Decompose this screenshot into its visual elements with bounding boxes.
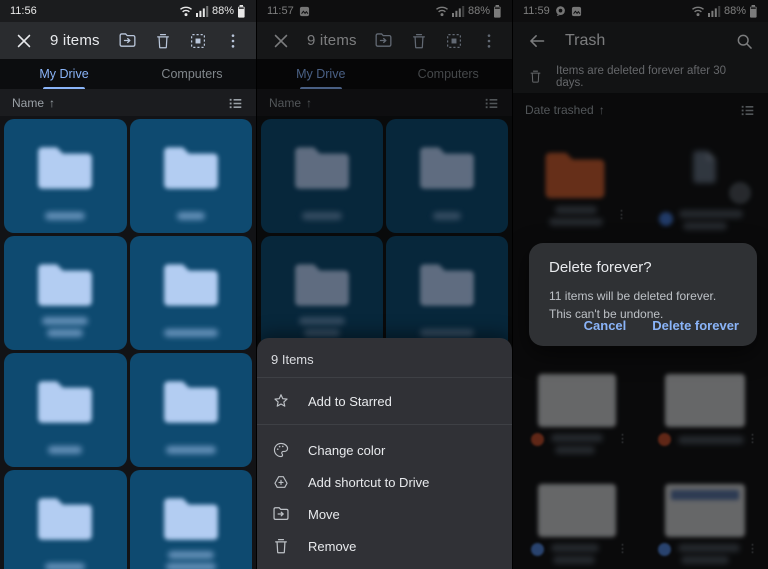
folder-icon <box>163 264 218 306</box>
folder-icon <box>38 498 93 540</box>
selection-count-title: 9 items <box>50 32 100 49</box>
battery-icon <box>237 4 246 18</box>
overflow-menu-icon[interactable] <box>224 32 242 50</box>
panel-drive-context-menu: 11:57 88% 9 items My Drive Computers Nam… <box>256 0 512 569</box>
battery-percent: 88% <box>211 5 234 17</box>
trash-icon <box>272 537 290 555</box>
folder-grid <box>0 116 256 569</box>
folder-tile[interactable] <box>4 353 127 467</box>
triple-screenshot-composite: 11:56 88% 9 items My Drive Computers Nam… <box>0 0 768 569</box>
move-folder-icon[interactable] <box>118 31 137 50</box>
menu-item-add-to-starred[interactable]: Add to Starred <box>257 378 512 424</box>
drive-shortcut-icon <box>272 473 290 491</box>
delete-forever-button[interactable]: Delete forever <box>652 318 739 333</box>
folder-icon <box>163 147 218 189</box>
blurred-folder-name <box>48 446 83 454</box>
cancel-button[interactable]: Cancel <box>584 318 627 333</box>
blurred-folder-name <box>165 563 216 569</box>
folder-tile[interactable] <box>4 236 127 350</box>
folder-icon <box>38 147 93 189</box>
panel-trash-dialog: 11:59 88% Trash Items are deleted foreve… <box>512 0 768 569</box>
list-view-icon[interactable] <box>227 95 244 112</box>
sort-label[interactable]: Name <box>12 96 44 110</box>
folder-tile[interactable] <box>129 470 252 569</box>
blurred-folder-name <box>45 212 86 220</box>
delete-forever-dialog: Delete forever? 11 items will be deleted… <box>529 243 757 346</box>
selection-app-bar: 9 items <box>0 22 256 59</box>
folder-tile[interactable] <box>4 470 127 569</box>
blurred-folder-name <box>167 551 214 559</box>
tab-computers[interactable]: Computers <box>128 59 256 89</box>
panel-drive-selection: 11:56 88% 9 items My Drive Computers Nam… <box>0 0 256 569</box>
menu-item-change-color[interactable]: Change color <box>257 434 512 466</box>
blurred-folder-name <box>165 446 216 454</box>
blurred-folder-name <box>45 563 86 569</box>
palette-icon <box>272 441 290 459</box>
folder-tile[interactable] <box>129 119 252 233</box>
dialog-title: Delete forever? <box>549 259 652 276</box>
folder-tile[interactable] <box>129 236 252 350</box>
status-time: 11:56 <box>10 5 37 17</box>
menu-item-add-shortcut[interactable]: Add shortcut to Drive <box>257 466 512 498</box>
blurred-folder-name <box>163 329 218 337</box>
sort-arrow-up-icon: ↑ <box>49 96 56 110</box>
folder-tile[interactable] <box>129 353 252 467</box>
tab-my-drive[interactable]: My Drive <box>0 59 128 89</box>
folder-icon <box>163 381 218 423</box>
star-icon <box>272 392 290 410</box>
delete-icon[interactable] <box>154 32 172 50</box>
sort-row: Name ↑ <box>0 89 256 117</box>
blurred-folder-name <box>176 212 205 220</box>
folder-icon <box>38 264 93 306</box>
menu-item-remove[interactable]: Remove <box>257 530 512 562</box>
wifi-icon <box>179 5 193 17</box>
move-folder-icon <box>272 505 290 523</box>
menu-item-move[interactable]: Move <box>257 498 512 530</box>
context-menu-sheet: 9 Items Add to Starred Change color Add … <box>257 338 512 569</box>
close-icon[interactable] <box>14 31 34 51</box>
active-tab-underline <box>43 86 85 89</box>
signal-icon <box>195 5 209 17</box>
folder-icon <box>38 381 93 423</box>
folder-tile[interactable] <box>4 119 127 233</box>
drive-tabs: My Drive Computers <box>0 59 256 89</box>
select-all-icon[interactable] <box>189 32 207 50</box>
menu-header: 9 Items <box>271 352 314 367</box>
status-bar: 11:56 88% <box>0 0 256 22</box>
folder-icon <box>163 498 218 540</box>
blurred-folder-name <box>47 329 84 337</box>
blurred-folder-name <box>42 317 89 325</box>
